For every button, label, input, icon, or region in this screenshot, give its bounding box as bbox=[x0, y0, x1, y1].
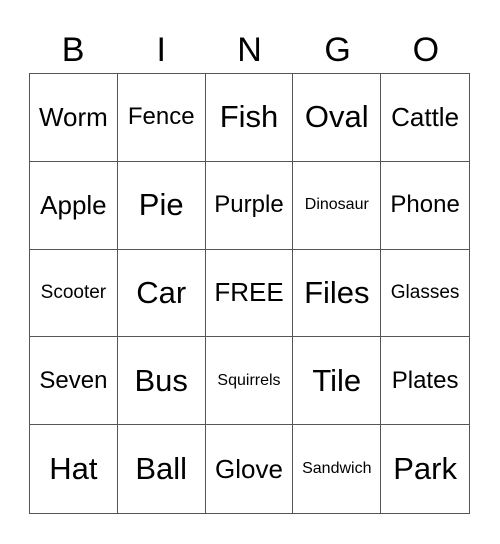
header-letter-g: G bbox=[324, 31, 351, 69]
bingo-cell[interactable]: Phone bbox=[381, 162, 469, 250]
bingo-cell[interactable]: Ball bbox=[118, 425, 206, 513]
bingo-cell[interactable]: Hat bbox=[30, 425, 118, 513]
bingo-cell[interactable]: Worm bbox=[30, 74, 118, 162]
bingo-cell[interactable]: Pie bbox=[117, 161, 206, 250]
bingo-cell[interactable]: Fish bbox=[205, 74, 294, 162]
bingo-cell[interactable]: Tile bbox=[293, 337, 382, 426]
bingo-cell[interactable]: Cattle bbox=[381, 74, 469, 162]
bingo-cell[interactable]: Sandwich bbox=[293, 425, 382, 513]
header-letter-o: O bbox=[412, 31, 440, 69]
header-letter-i: I bbox=[156, 31, 166, 69]
bingo-grid: Worm Fence Fish Oval Cattle Apple Pie Purple Din… bbox=[29, 73, 470, 514]
bingo-cell[interactable]: Glasses bbox=[381, 250, 469, 338]
bingo-cell[interactable]: Car bbox=[117, 249, 206, 338]
free-space-cell[interactable]: FREE bbox=[205, 249, 294, 338]
bingo-cell[interactable]: Apple bbox=[30, 161, 118, 250]
header-letter-n: N bbox=[237, 31, 262, 69]
bingo-cell[interactable]: Seven bbox=[30, 337, 118, 426]
bingo-cell[interactable]: Bus bbox=[117, 337, 206, 426]
bingo-cell[interactable]: Scooter bbox=[30, 249, 118, 338]
bingo-cell[interactable]: Squirrels bbox=[205, 337, 294, 426]
bingo-header: B I N G O bbox=[29, 28, 470, 72]
bingo-cell[interactable]: Plates bbox=[381, 337, 469, 426]
bingo-cell[interactable]: Dinosaur bbox=[293, 161, 382, 250]
bingo-cell[interactable]: Files bbox=[293, 249, 382, 338]
bingo-cell[interactable]: Oval bbox=[293, 74, 382, 162]
bingo-cell[interactable]: Fence bbox=[117, 74, 206, 162]
header-letter-b: B bbox=[61, 31, 85, 69]
bingo-cell[interactable]: Park bbox=[381, 425, 469, 513]
bingo-cell[interactable]: Glove bbox=[206, 425, 294, 513]
bingo-cell[interactable]: Purple bbox=[205, 161, 294, 250]
